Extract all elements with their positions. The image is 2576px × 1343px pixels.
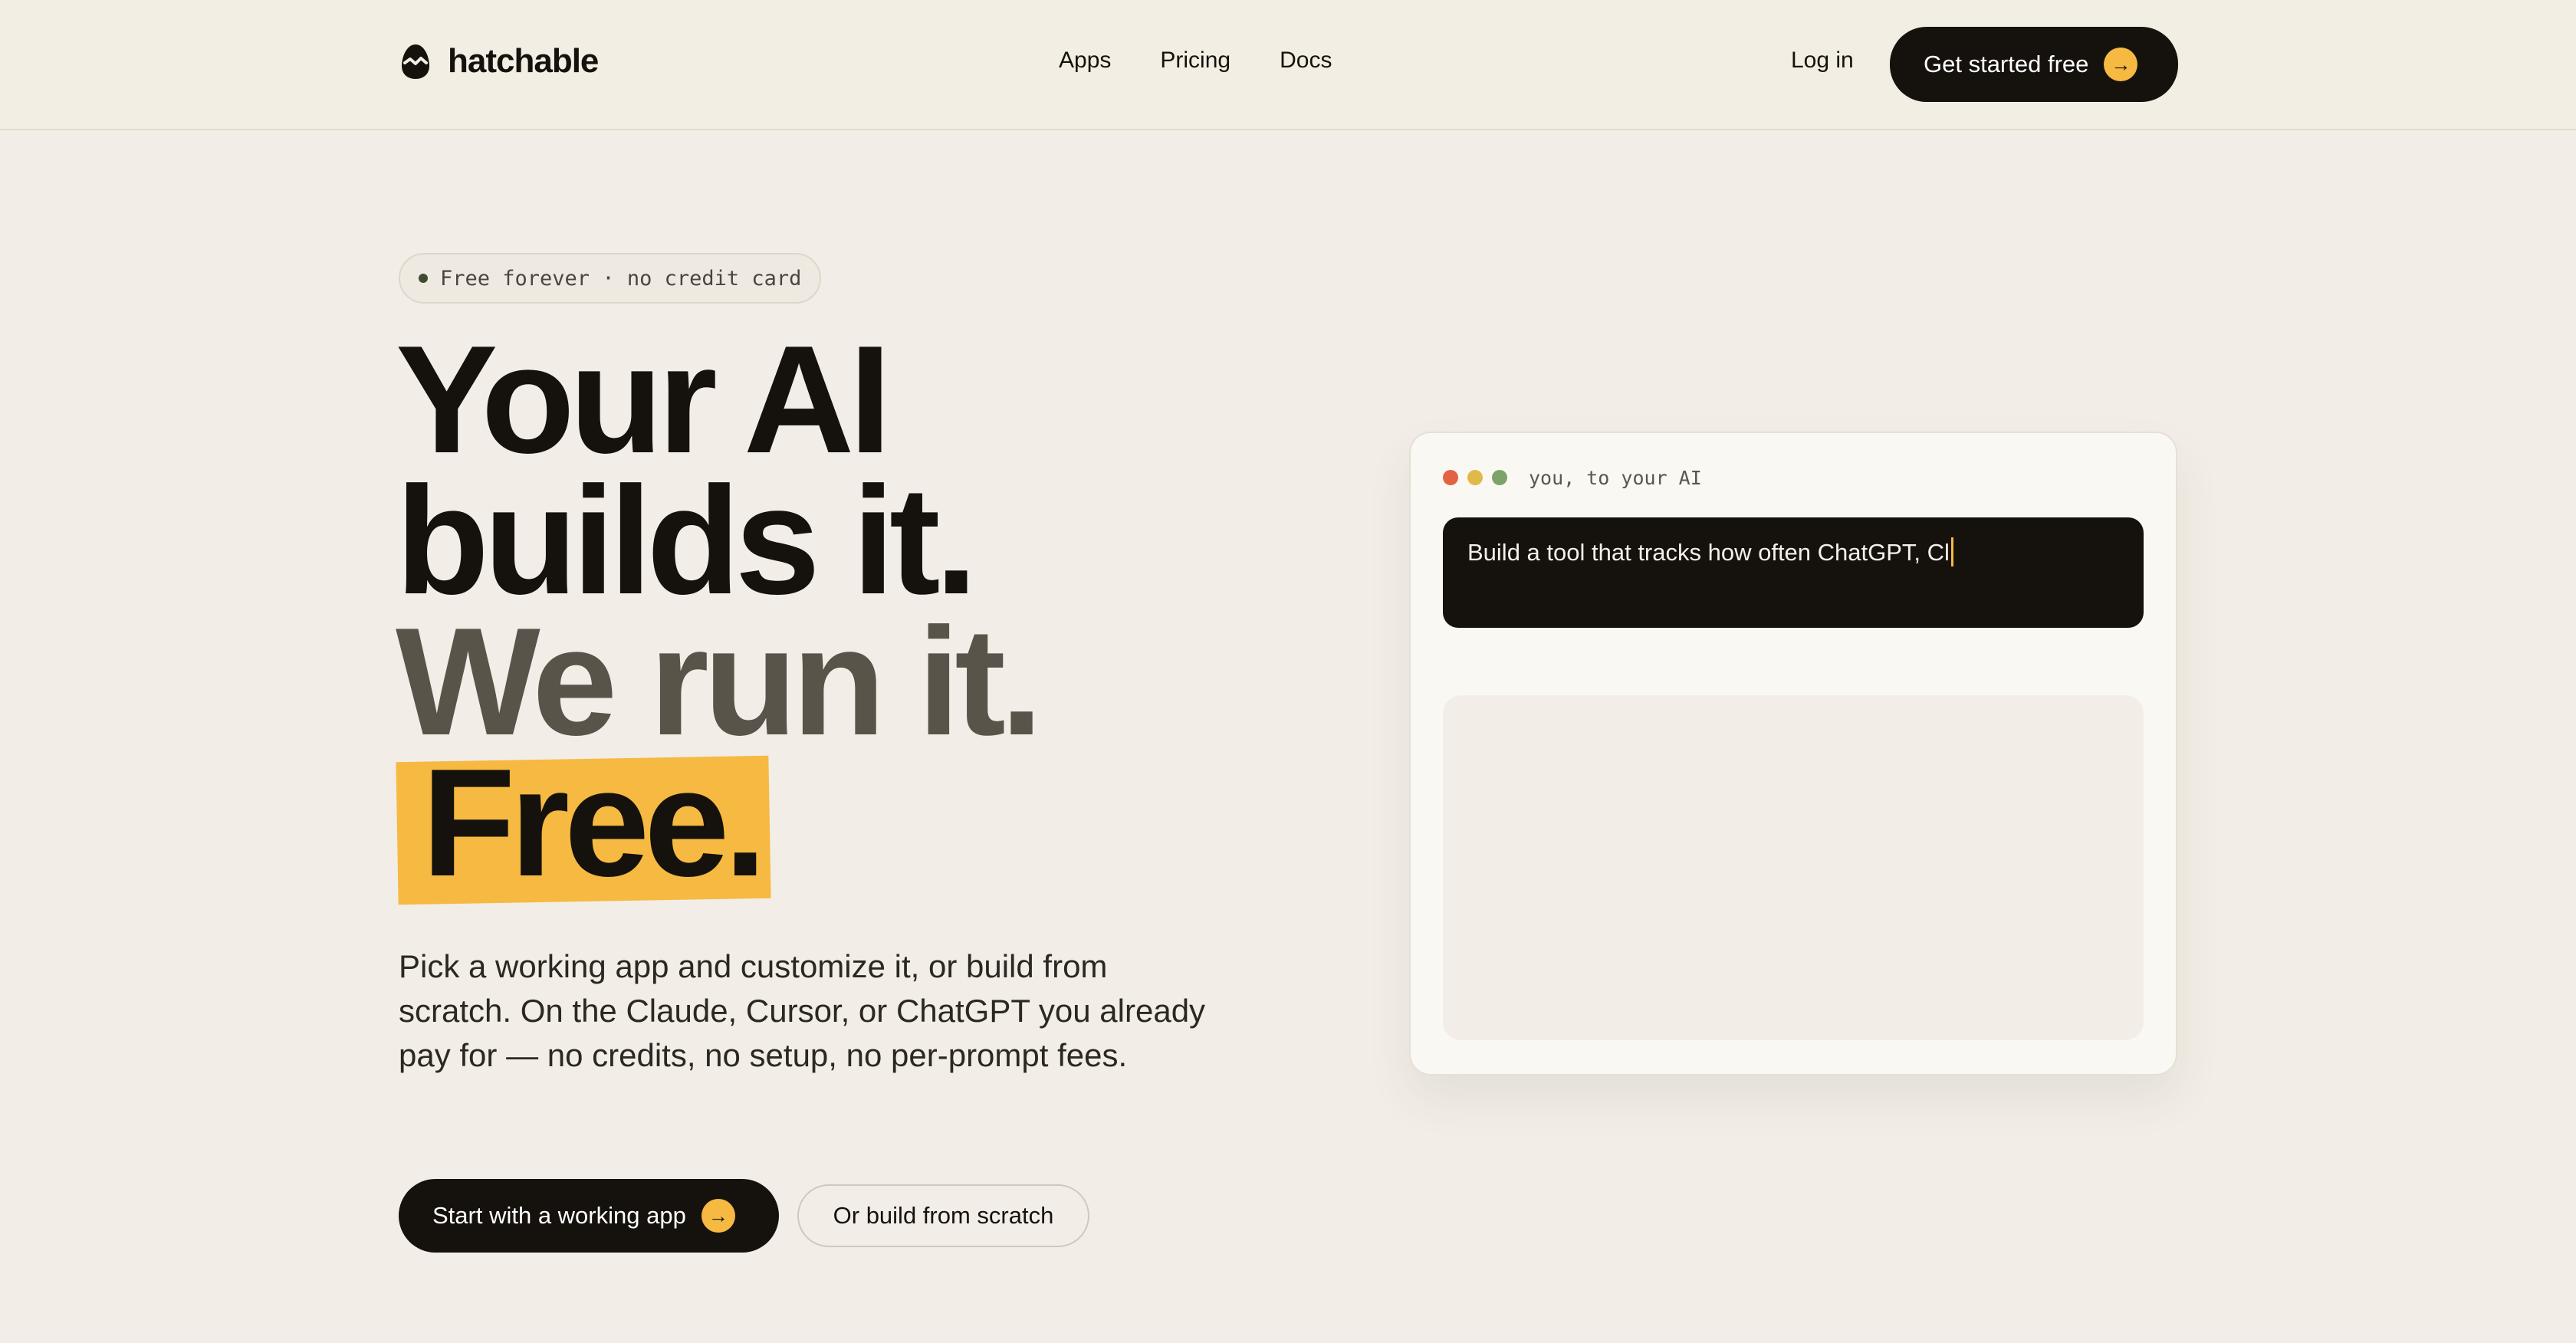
window-dot-yellow-icon [1467, 470, 1483, 485]
prompt-text: Build a tool that tracks how often ChatG… [1467, 539, 1950, 566]
primary-nav: Apps Pricing Docs [1059, 48, 1381, 74]
window-dot-red-icon [1443, 470, 1458, 485]
window-dots [1443, 470, 1516, 485]
free-badge: Free forever · no credit card [399, 253, 822, 304]
nav-link-apps[interactable]: Apps [1059, 48, 1111, 74]
headline-line-1: Your AI [396, 314, 892, 485]
nav-link-pricing[interactable]: Pricing [1160, 48, 1230, 74]
start-working-app-label: Start with a working app [432, 1202, 686, 1229]
headline-line-4-wrap: Free. [396, 737, 1037, 908]
arrow-right-icon: → [701, 1199, 735, 1233]
badge-text: Free forever · no credit card [440, 266, 802, 291]
brand-name: hatchable [448, 42, 599, 80]
login-link[interactable]: Log in [1791, 48, 1854, 74]
build-from-scratch-button[interactable]: Or build from scratch [797, 1184, 1089, 1247]
headline-line-4: Free. [422, 737, 767, 908]
badge-dot-icon [419, 274, 428, 283]
result-preview-area [1443, 695, 2144, 1040]
get-started-button[interactable]: Get started free → [1890, 27, 2178, 102]
demo-card-label: you, to your AI [1529, 467, 1702, 489]
hero-headline: Your AI builds it. We run it. Free. [396, 314, 1043, 908]
headline-line-2: builds it. [396, 455, 978, 626]
arrow-right-icon: → [2104, 48, 2138, 81]
prompt-input[interactable]: Build a tool that tracks how often ChatG… [1443, 517, 2144, 628]
start-working-app-button[interactable]: Start with a working app → [399, 1179, 779, 1253]
brand-logo[interactable]: hatchable [399, 42, 599, 80]
text-caret [1950, 537, 1953, 566]
window-dot-green-icon [1492, 470, 1507, 485]
landing-page: hatchable Apps Pricing Docs Log in Get s… [0, 0, 2576, 1343]
top-nav: hatchable Apps Pricing Docs Log in Get s… [0, 0, 2576, 130]
demo-card: you, to your AI Build a tool that tracks… [1409, 432, 2177, 1075]
nav-link-docs[interactable]: Docs [1280, 48, 1332, 74]
get-started-label: Get started free [1924, 51, 2089, 77]
egg-logo-icon [402, 44, 429, 79]
hero-subtext: Pick a working app and customize it, or … [399, 948, 1206, 1073]
headline-line-3: We run it. [396, 596, 1043, 767]
